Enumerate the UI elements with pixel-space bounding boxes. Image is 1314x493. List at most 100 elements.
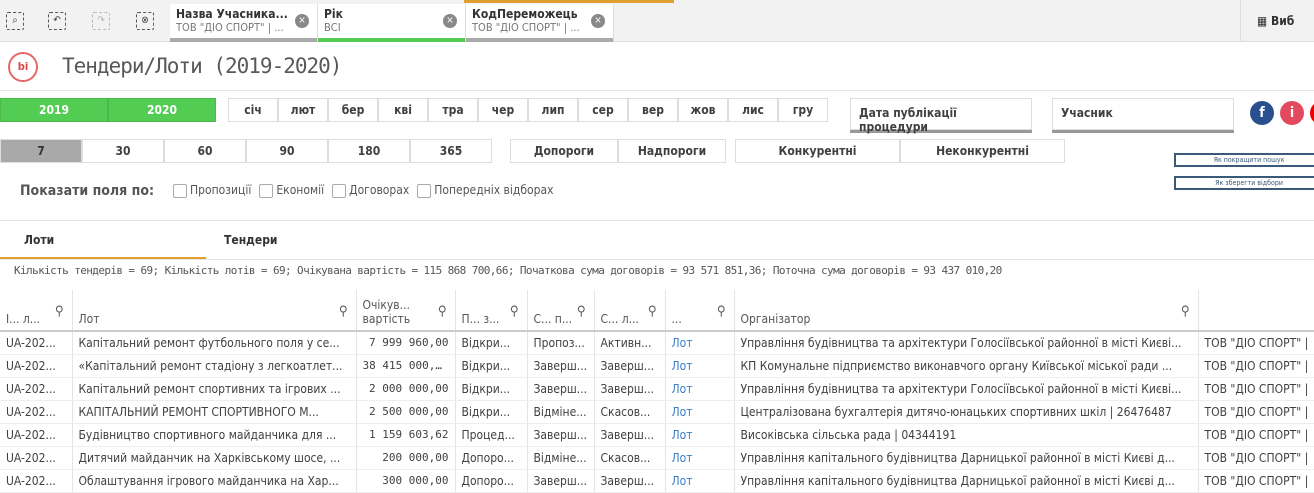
month-button-вер[interactable]: вер [628,98,678,122]
month-button-лют[interactable]: лют [278,98,328,122]
search-icon[interactable]: ⚲ [438,304,447,319]
lot-link[interactable]: Лот [665,423,735,447]
filter-chip[interactable]: КодПереможець ТОВ "ДІО СПОРТ" | ... × [466,4,614,42]
month-button-сер[interactable]: сер [578,98,628,122]
selections-toolbar: ⌕ ↶ ↷ ⊗ Назва Учасника... ТОВ "ДІО СПОРТ"… [0,0,1314,42]
days-button-30[interactable]: 30 [82,139,164,163]
clear-selections-icon[interactable]: ⊗ [136,12,154,30]
table-cell: Будівництво спортивного майданчика для .… [72,423,357,447]
facebook-icon[interactable]: f [1250,101,1274,125]
days-button-90[interactable]: 90 [246,139,328,163]
column-header[interactable]: І... л... ⚲ [0,290,73,332]
search-icon[interactable]: ⚲ [577,304,586,319]
show-field-option[interactable]: Економії [276,183,324,197]
month-button-кві[interactable]: кві [378,98,428,122]
month-button-гру[interactable]: гру [778,98,828,122]
table-cell: 2 500 000,00 [356,400,456,424]
show-field-option[interactable]: Попередніх відборах [434,183,553,197]
youtube-icon[interactable] [1310,101,1314,125]
filter-chip[interactable]: Рік ВСІ × [318,4,466,42]
column-header[interactable]: П... з... ⚲ [455,290,528,332]
month-button-лис[interactable]: лис [728,98,778,122]
table-cell: UA-202... [0,469,73,493]
step-forward-icon[interactable]: ↷ [92,12,110,30]
divider [0,220,1314,221]
table-row[interactable]: UA-202... Облаштування ігрового майданчик… [0,469,1314,493]
lot-link[interactable]: Лот [665,377,735,401]
search-icon[interactable]: ⚲ [1181,304,1190,319]
table-cell: ТОВ "ДІО СПОРТ" | [1198,400,1314,424]
column-header[interactable]: Організатор ⚲ [734,290,1199,332]
month-button-чер[interactable]: чер [478,98,528,122]
table-cell: Пропоз... [527,331,595,355]
threshold-button-Допороги[interactable]: Допороги [510,139,618,163]
filter-chip[interactable]: Назва Учасника... ТОВ "ДІО СПОРТ" | ... × [170,4,318,42]
table-row[interactable]: UA-202... Капітальний ремонт футбольного … [0,331,1314,355]
show-field-option[interactable]: Договорах [349,183,409,197]
column-title: П... з... [461,312,500,326]
checkbox[interactable] [417,183,432,198]
search-icon[interactable]: ⚲ [55,304,64,319]
competition-button-Неконкурентні[interactable]: Неконкурентні [900,139,1065,163]
checkbox[interactable] [259,183,274,198]
smart-search-icon[interactable]: ⌕ [6,12,24,30]
search-icon[interactable]: ⚲ [648,304,657,319]
tab-lots[interactable]: Лоти [0,225,206,259]
table-cell: Заверш... [594,423,666,447]
days-button-180[interactable]: 180 [328,139,410,163]
selections-button[interactable]: ▦ Виб [1240,0,1314,42]
table-row[interactable]: UA-202... КАПІТАЛЬНИЙ РЕМОНТ СПОРТИВНОГО … [0,400,1314,424]
column-header[interactable]: ... ⚲ [665,290,735,332]
info-icon[interactable]: i [1280,101,1304,125]
search-icon[interactable]: ⚲ [717,304,726,319]
lot-link[interactable]: Лот [665,354,735,378]
table-cell: ТОВ "ДІО СПОРТ" | [1198,331,1314,355]
column-header[interactable]: С... л... ⚲ [594,290,666,332]
table-row[interactable]: UA-202... Будівництво спортивного майданч… [0,423,1314,447]
month-button-тра[interactable]: тра [428,98,478,122]
year-button-2020[interactable]: 2020 [108,98,216,122]
month-button-лип[interactable]: лип [528,98,578,122]
date-dropdown[interactable]: Дата публікації процедури [850,98,1032,134]
month-button-жов[interactable]: жов [678,98,728,122]
checkbox[interactable] [332,183,347,198]
participant-dropdown[interactable]: Учасник [1052,98,1234,130]
help-improve-search-button[interactable]: Як покращити пошук [1174,153,1314,167]
table-cell: Управління будівництва та архітектури Го… [734,331,1199,355]
table-row[interactable]: UA-202... «Капітальний ремонт стадіону з … [0,354,1314,378]
clear-filter-icon[interactable]: × [591,14,605,28]
tab-tenders[interactable]: Тендери [206,225,406,259]
days-button-60[interactable]: 60 [164,139,246,163]
search-icon[interactable]: ⚲ [510,304,519,319]
lot-link[interactable]: Лот [665,400,735,424]
year-button-2019[interactable]: 2019 [0,98,108,122]
column-title: Лот [78,312,100,326]
logo: bi [8,52,38,82]
days-button-7[interactable]: 7 [0,139,82,163]
search-icon[interactable]: ⚲ [339,304,348,319]
table-cell: Відкри... [455,354,528,378]
lot-link[interactable]: Лот [665,331,735,355]
clear-filter-icon[interactable]: × [295,14,309,28]
table-cell: Допоро... [455,469,528,493]
show-field-option[interactable]: Пропозиції [190,183,251,197]
clear-filter-icon[interactable]: × [443,14,457,28]
column-header[interactable]: С... п... ⚲ [527,290,595,332]
lot-link[interactable]: Лот [665,446,735,470]
competition-button-Конкурентні[interactable]: Конкурентні [735,139,900,163]
step-back-icon[interactable]: ↶ [48,12,66,30]
lot-link[interactable]: Лот [665,469,735,493]
column-header[interactable] [1198,290,1314,332]
table-row[interactable]: UA-202... Капітальний ремонт спортивних т… [0,377,1314,401]
month-button-січ[interactable]: січ [228,98,278,122]
column-title: С... л... [600,312,639,326]
days-button-365[interactable]: 365 [410,139,492,163]
month-button-бер[interactable]: бер [328,98,378,122]
table-cell: 38 415 000,... [356,354,456,378]
column-header[interactable]: Лот ⚲ [72,290,357,332]
checkbox[interactable] [173,183,187,198]
threshold-button-Надпороги[interactable]: Надпороги [618,139,726,163]
column-header[interactable]: Очікув... вартість ⚲ [356,290,456,332]
table-row[interactable]: UA-202... Дитячий майданчик на Харківсько… [0,446,1314,470]
help-save-selections-button[interactable]: Як зберегти відбори [1174,176,1314,190]
